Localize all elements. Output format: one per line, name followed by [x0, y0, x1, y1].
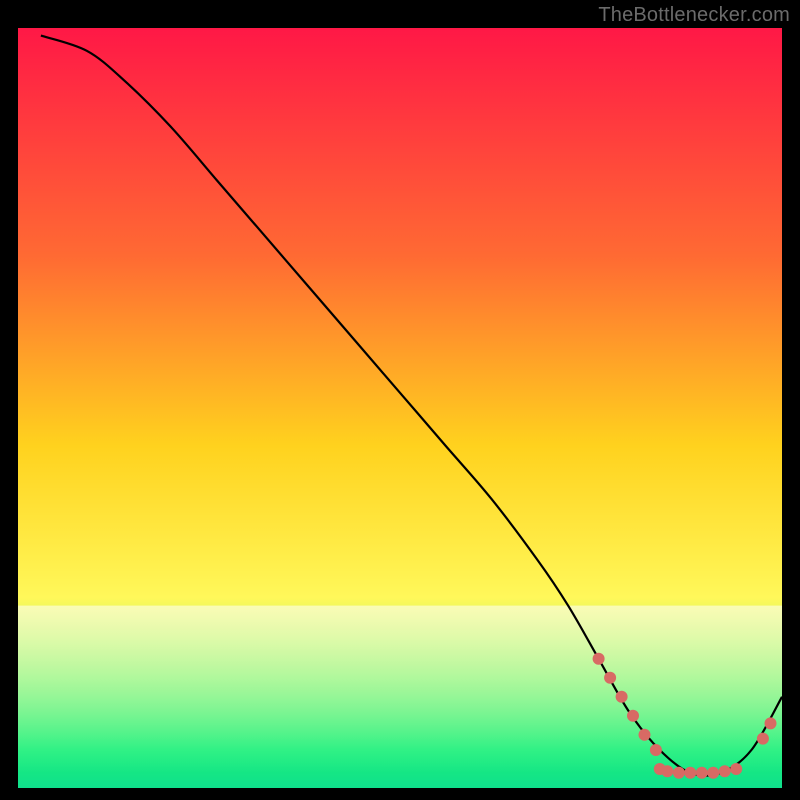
watermark-text: TheBottlenecker.com: [598, 4, 790, 27]
data-marker: [661, 765, 673, 777]
chart-svg: [18, 28, 782, 788]
data-marker: [650, 744, 662, 756]
data-marker: [765, 717, 777, 729]
data-marker: [604, 672, 616, 684]
data-marker: [707, 767, 719, 779]
data-marker: [616, 691, 628, 703]
data-marker: [673, 767, 685, 779]
data-marker: [730, 763, 742, 775]
data-marker: [696, 767, 708, 779]
data-marker: [593, 653, 605, 665]
data-marker: [639, 729, 651, 741]
plot-area: [18, 28, 782, 788]
data-marker: [684, 767, 696, 779]
pale-band: [18, 606, 782, 773]
data-marker: [757, 733, 769, 745]
data-marker: [627, 710, 639, 722]
chart-container: TheBottlenecker.com: [0, 0, 800, 800]
data-marker: [719, 765, 731, 777]
